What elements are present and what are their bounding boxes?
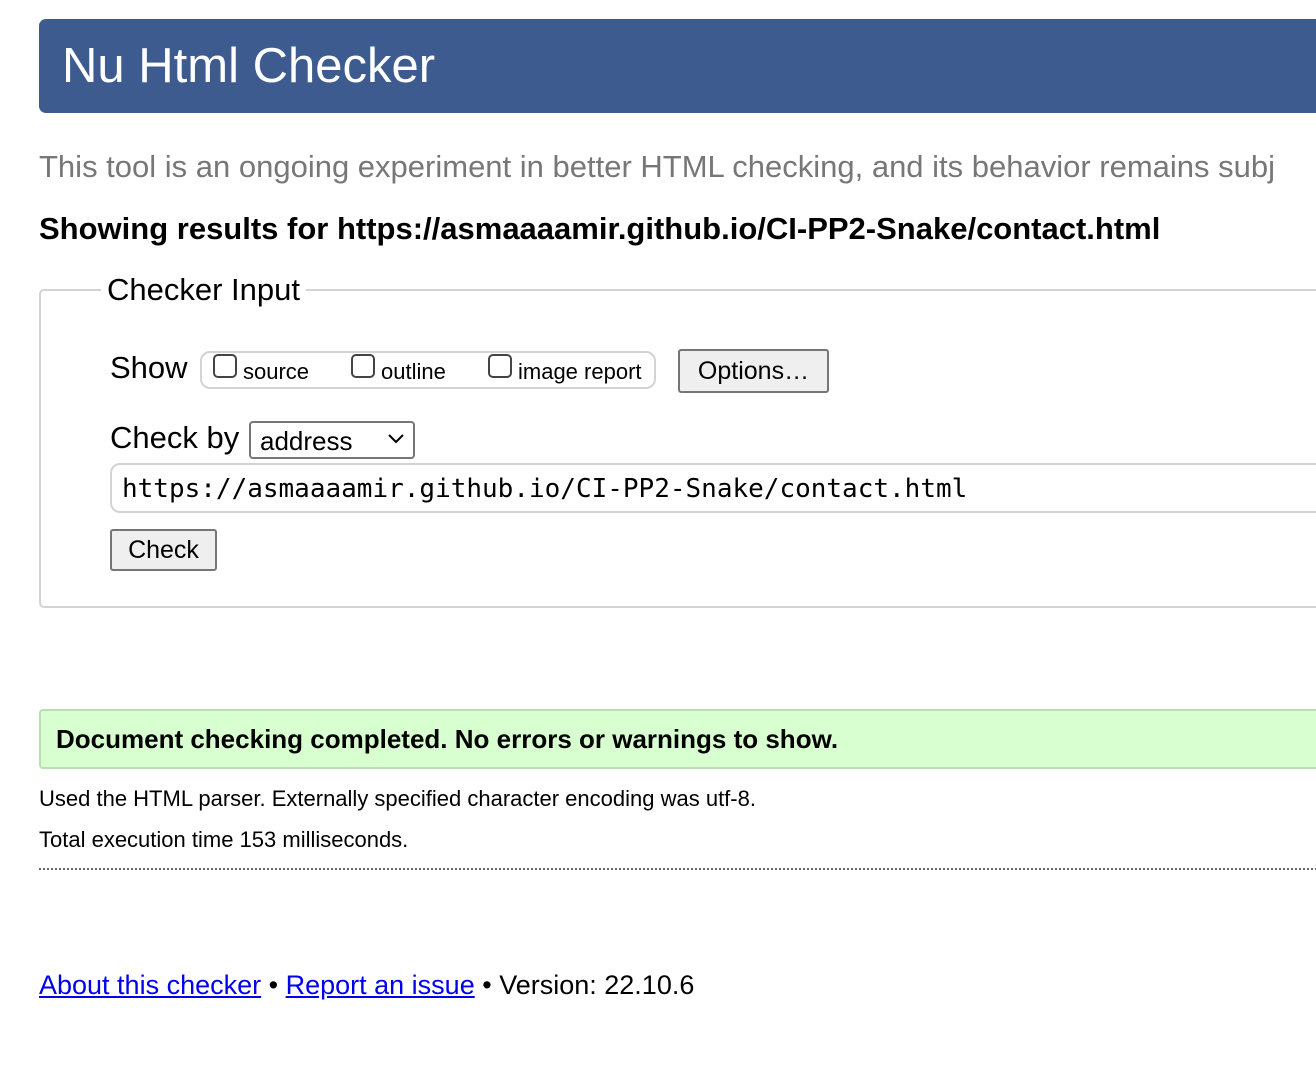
- url-input[interactable]: https://asmaaaamir.github.io/CI-PP2-Snak…: [110, 463, 1316, 513]
- outline-checkbox[interactable]: [351, 354, 375, 378]
- check-button[interactable]: Check: [110, 529, 217, 571]
- version-text: Version: 22.10.6: [499, 970, 695, 1000]
- image-report-label[interactable]: image report: [518, 358, 642, 386]
- page: Nu Html Checker This tool is an ongoing …: [0, 0, 1316, 1079]
- status-message: Document checking completed. No errors o…: [56, 724, 839, 754]
- check-by-selected-value: address: [260, 426, 353, 456]
- footer: About this checker • Report an issue • V…: [39, 967, 694, 1003]
- source-checkbox[interactable]: [213, 354, 237, 378]
- chevron-down-icon: [388, 434, 404, 444]
- status-message-box: Document checking completed. No errors o…: [39, 709, 1316, 769]
- options-button[interactable]: Options…: [678, 349, 829, 393]
- header-bar: Nu Html Checker: [39, 19, 1316, 113]
- execution-time-info: Total execution time 153 milliseconds.: [39, 827, 409, 852]
- results-heading: Showing results for https://asmaaaamir.g…: [39, 211, 1161, 246]
- outline-label[interactable]: outline: [381, 358, 446, 386]
- source-label[interactable]: source: [243, 358, 309, 386]
- report-issue-link[interactable]: Report an issue: [286, 970, 475, 1000]
- image-report-checkbox[interactable]: [488, 354, 512, 378]
- show-label: Show: [110, 350, 188, 385]
- footer-separator: •: [482, 970, 492, 1000]
- checker-input-fieldset: Checker Input Show source outline image …: [39, 271, 1316, 608]
- intro-text: This tool is an ongoing experiment in be…: [39, 149, 1276, 184]
- check-by-select[interactable]: address: [249, 421, 415, 459]
- check-by-label: Check by: [110, 420, 240, 455]
- about-checker-link[interactable]: About this checker: [39, 970, 261, 1000]
- footer-separator: •: [268, 970, 279, 1000]
- dotted-divider: [39, 868, 1316, 870]
- parser-info: Used the HTML parser. Externally specifi…: [39, 786, 756, 811]
- checker-input-legend: Checker Input: [101, 271, 306, 309]
- show-options-group: source outline image report: [200, 351, 656, 389]
- url-input-value: https://asmaaaamir.github.io/CI-PP2-Snak…: [122, 474, 968, 504]
- page-title: Nu Html Checker: [62, 39, 436, 93]
